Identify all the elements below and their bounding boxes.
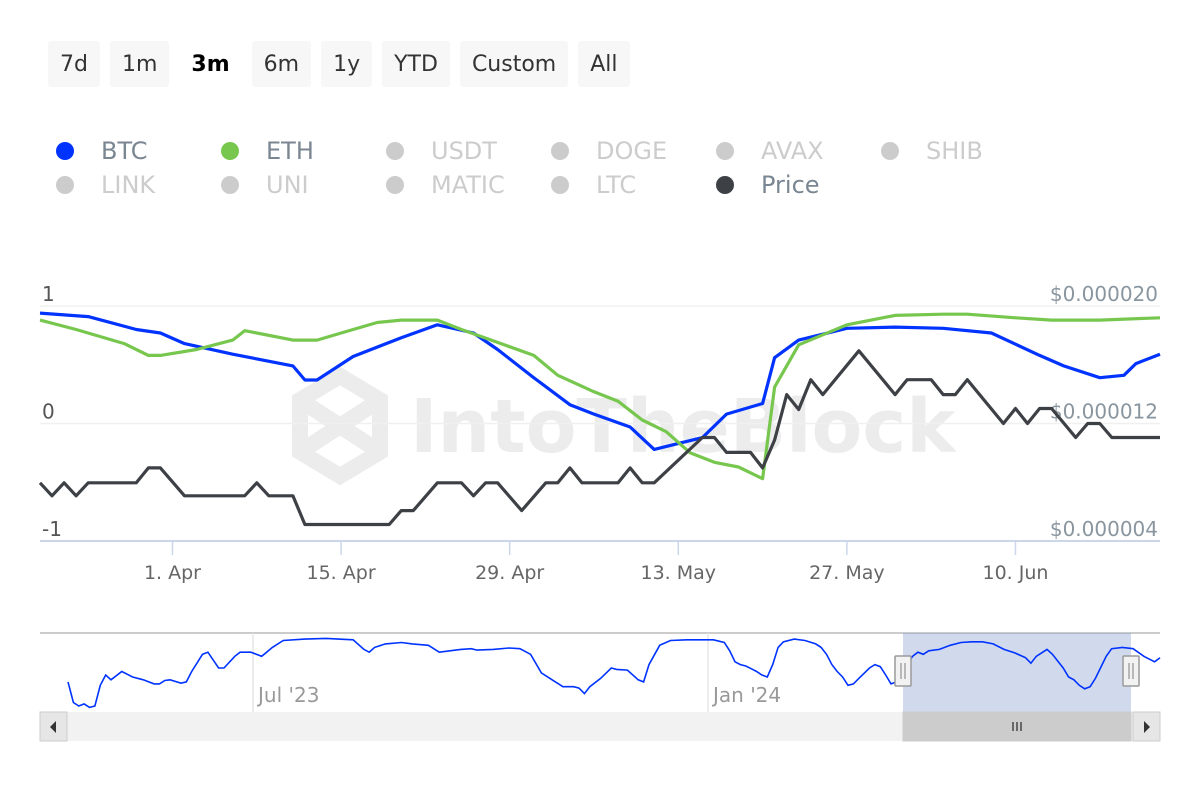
x-tick-label: 13. May <box>641 562 717 584</box>
navigator-selected-range[interactable] <box>903 633 1131 712</box>
x-tick-label: 15. Apr <box>307 562 376 584</box>
scrollbar-thumb[interactable] <box>902 711 1132 742</box>
x-tick-label: 1. Apr <box>144 562 201 584</box>
x-tick-label: 29. Apr <box>475 562 544 584</box>
y-left-tick-label: 0 <box>42 400 55 424</box>
watermark-logo-icon <box>292 366 388 486</box>
y-right-tick-label: $0.000012 <box>1050 400 1158 424</box>
navigator-x-label: Jan '24 <box>711 683 781 707</box>
y-left-tick-label: 1 <box>42 282 55 306</box>
scrollbar-right-button[interactable] <box>1132 711 1161 742</box>
y-right-tick-label: $0.000004 <box>1050 517 1158 541</box>
navigator-x-label: Jul '23 <box>256 683 319 707</box>
chart-svg: IntoTheBlock 10-1$0.000020$0.000012$0.00… <box>38 282 1161 742</box>
navigator-handle-right[interactable] <box>1122 655 1140 687</box>
y-left-tick-label: -1 <box>42 517 62 541</box>
x-tick-label: 27. May <box>809 562 885 584</box>
grid-lines <box>40 305 1160 542</box>
navigator[interactable]: Jul '23 Jan '24 <box>39 632 1161 742</box>
scrollbar-left-button[interactable] <box>39 711 68 742</box>
y-right-tick-label: $0.000020 <box>1050 282 1158 306</box>
x-tick-label: 10. Jun <box>983 562 1049 584</box>
navigator-handle-left[interactable] <box>894 655 912 687</box>
